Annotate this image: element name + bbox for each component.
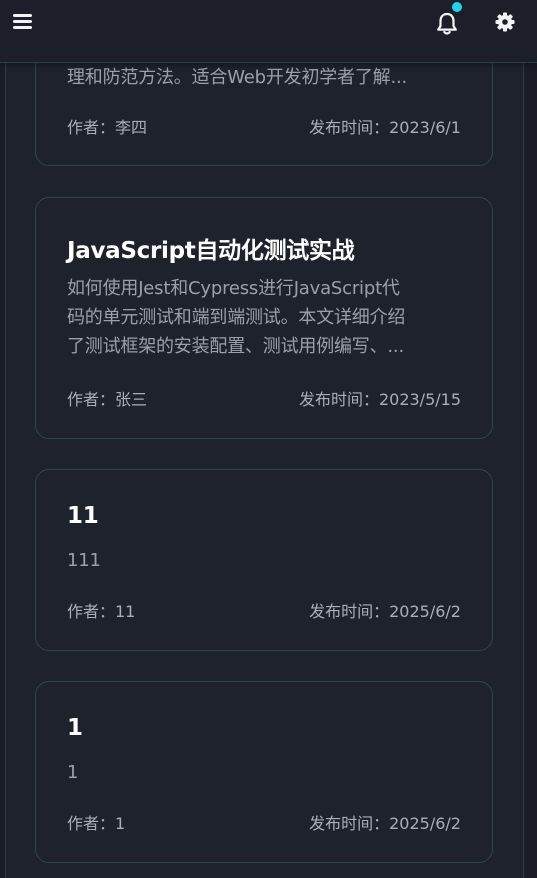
summary-line: 111 [67, 550, 101, 571]
summary-line: 如何使用Jest和Cypress进行JavaScript代 [67, 278, 400, 299]
summary-line: 1 [67, 762, 79, 783]
article-author: 作者：李四 [67, 118, 148, 137]
article-date: 发布时间：2023/5/15 [298, 390, 461, 409]
article-summary: 如何使用Jest和Cypress进行JavaScript代 码的单元测试和端到端… [67, 274, 457, 361]
page: 理和防范方法。适合Web开发初学者了解... 作者：李四 发布时间：2023/6… [0, 0, 537, 878]
gear-icon[interactable] [494, 11, 516, 33]
menu-icon[interactable] [12, 11, 34, 33]
summary-line: 码的单元测试和端到端测试。本文详细介绍 [67, 307, 406, 328]
article-author: 作者：1 [67, 814, 126, 833]
article-date: 发布时间：2025/6/2 [309, 814, 461, 833]
article-author: 作者：张三 [67, 390, 148, 409]
summary-line: 理和防范方法。适合Web开发初学者了解... [67, 67, 408, 88]
article-date: 发布时间：2023/6/1 [309, 118, 461, 137]
article-title[interactable]: JavaScript自动化测试实战 [67, 231, 355, 265]
article-title[interactable]: 11 [67, 503, 99, 529]
article-date: 发布时间：2025/6/2 [309, 602, 461, 621]
article-card[interactable]: 11 111 作者：11 发布时间：2025/6/2 [35, 469, 493, 651]
bell-icon[interactable] [434, 2, 462, 37]
article-author: 作者：11 [67, 602, 136, 621]
article-card[interactable]: JavaScript自动化测试实战 如何使用Jest和Cypress进行Java… [35, 197, 493, 439]
article-summary: 111 [67, 546, 457, 575]
notification-dot [452, 2, 462, 12]
article-title[interactable]: 1 [67, 715, 83, 741]
article-card[interactable]: 1 1 作者：1 发布时间：2025/6/2 [35, 681, 493, 863]
article-summary: 理和防范方法。适合Web开发初学者了解... [67, 63, 457, 92]
summary-line: 了测试框架的安装配置、测试用例编写、... [67, 336, 404, 357]
top-bar [0, 0, 537, 63]
article-summary: 1 [67, 758, 457, 787]
